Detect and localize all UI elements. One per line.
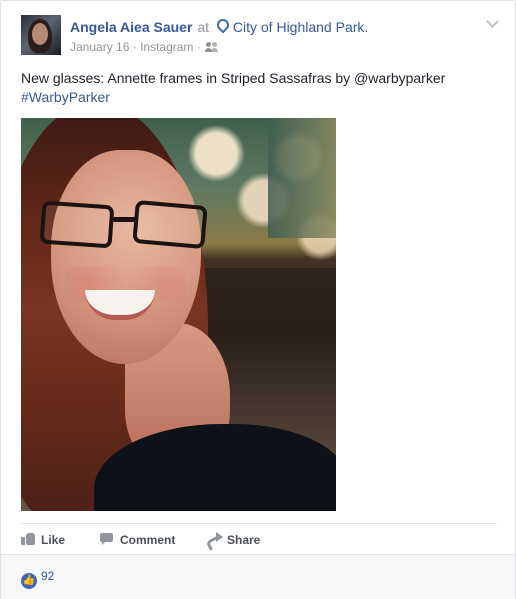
post-date[interactable]: January 16 [70,40,129,54]
share-button[interactable]: Share [207,531,260,549]
like-label: Like [41,533,66,547]
reaction-summary[interactable]: 👍 92 [21,567,54,589]
avatar-face [32,23,48,45]
reaction-count: 92 [41,569,55,583]
share-icon [207,532,223,546]
hashtag-link[interactable]: #WarbyParker [21,88,499,107]
comment-button[interactable]: Comment [100,531,175,549]
location-pin-icon [214,16,232,34]
caption-text: New glasses: Annette frames in Striped S… [21,70,446,86]
share-label: Share [227,533,261,547]
comment-label: Comment [120,533,176,547]
meta-separator: · [196,40,201,54]
photo-face [51,150,201,364]
post-photo[interactable] [21,118,336,511]
at-label: at [197,19,209,35]
post-author-line: Angela Aiea Sauer at City of Highland Pa… [70,16,368,36]
location-link[interactable]: City of Highland Park. [233,19,368,35]
photo-background-flowers [268,118,336,238]
post-actions: Like Comment Share [21,523,497,554]
author-avatar[interactable] [21,15,61,55]
like-reaction-icon: 👍 [21,573,37,589]
chevron-down-icon[interactable] [486,15,499,28]
like-button[interactable]: Like [21,531,65,549]
post-header: Angela Aiea Sauer at City of Highland Pa… [21,15,499,59]
facebook-post-card: Angela Aiea Sauer at City of Highland Pa… [0,0,516,599]
post-meta: January 16 · Instagram · [70,40,219,54]
author-name[interactable]: Angela Aiea Sauer [70,19,192,35]
meta-separator: · [132,40,137,54]
left-lens [39,200,115,249]
right-lens [132,199,208,250]
post-caption: New glasses: Annette frames in Striped S… [21,69,499,107]
friends-icon[interactable] [205,42,219,52]
comment-icon [100,532,115,546]
post-source[interactable]: Instagram [140,40,193,54]
reactions-bar: 👍 92 [1,554,515,599]
thumbs-up-icon [21,532,36,546]
photo-glasses [39,199,208,250]
